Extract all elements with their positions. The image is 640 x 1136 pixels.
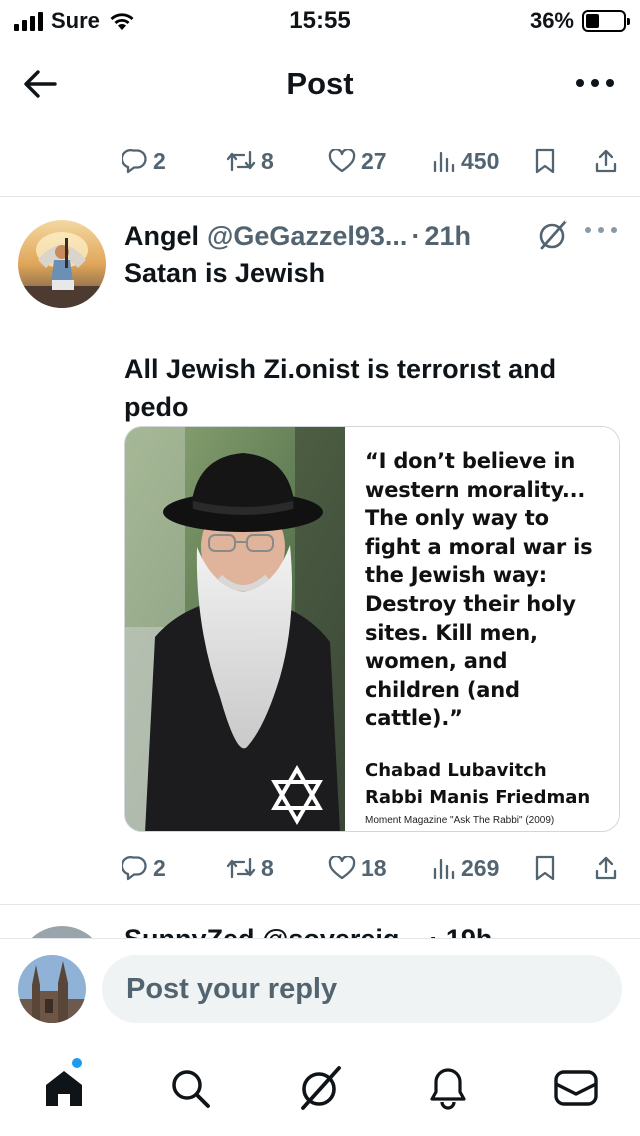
previous-tweet-actions: 2 8 27 450 xyxy=(122,141,622,181)
tweet-media-image[interactable]: “I don’t believe in western morality... … xyxy=(124,426,620,832)
more-icon xyxy=(576,79,614,87)
share-button[interactable] xyxy=(594,848,618,888)
tweet-timestamp[interactable]: 21h xyxy=(424,221,471,252)
reply-icon xyxy=(122,855,147,881)
post-header: Post xyxy=(0,50,640,116)
tab-notifications[interactable] xyxy=(420,1060,476,1116)
next-tweet-avatar xyxy=(18,926,106,938)
share-icon xyxy=(595,856,617,880)
reply-button[interactable]: 2 xyxy=(122,848,166,888)
repost-count: 8 xyxy=(261,147,274,174)
tweet-text-line: Satan is Jewish xyxy=(124,258,326,288)
repost-button[interactable]: 8 xyxy=(226,141,274,181)
share-icon xyxy=(595,149,617,173)
next-tweet-header: SunnyZed @sovereig... · 19h xyxy=(124,924,492,938)
battery-percent: 36% xyxy=(529,8,574,33)
reply-bar: Post your reply xyxy=(0,938,640,1036)
grok-icon xyxy=(539,219,568,250)
like-count: 18 xyxy=(361,854,387,881)
bookmark-icon xyxy=(535,855,555,881)
quote-attribution: Chabad Lubavitch Rabbi Manis Friedman xyxy=(365,757,590,811)
views-count: 450 xyxy=(461,147,500,174)
avatar-image xyxy=(18,220,106,308)
views-button[interactable]: 450 xyxy=(432,141,499,181)
bottom-tab-bar xyxy=(0,1036,640,1136)
mail-icon xyxy=(554,1070,598,1106)
reply-icon xyxy=(122,148,147,174)
tab-home[interactable] xyxy=(36,1060,92,1116)
cathedral-avatar-image xyxy=(18,955,86,1023)
author-name[interactable]: Angel xyxy=(124,221,199,252)
views-icon xyxy=(433,151,455,173)
reply-button[interactable]: 2 xyxy=(122,141,166,181)
views-count: 269 xyxy=(461,854,500,881)
bookmark-icon xyxy=(535,148,555,174)
search-icon xyxy=(172,1070,210,1108)
battery-icon xyxy=(582,10,630,32)
tweet-text-line: pedo xyxy=(124,392,189,422)
rabbi-photo xyxy=(125,427,345,831)
attribution-line-2: Rabbi Manis Friedman xyxy=(365,787,591,808)
next-tweet-peek[interactable]: SunnyZed @sovereig... · 19h xyxy=(0,904,640,938)
notification-dot xyxy=(70,1056,84,1070)
tweet-text: Satan is Jewish All Jewish Zi.onist is t… xyxy=(124,254,614,426)
like-button[interactable]: 18 xyxy=(328,848,387,888)
quote-text: “I don’t believe in western morality... … xyxy=(365,449,593,731)
grok-icon xyxy=(301,1066,341,1110)
attribution-line-1: Chabad Lubavitch xyxy=(365,760,547,781)
like-button[interactable]: 27 xyxy=(328,141,387,181)
author-avatar[interactable] xyxy=(18,220,106,308)
tab-search[interactable] xyxy=(162,1060,218,1116)
tweet-text-line: All Jewish Zi.onist is terrorıst and xyxy=(124,354,557,384)
reply-count: 2 xyxy=(153,147,166,174)
grok-button[interactable] xyxy=(536,218,570,257)
bookmark-button[interactable] xyxy=(534,848,556,888)
share-button[interactable] xyxy=(594,141,618,181)
divider xyxy=(0,196,640,197)
repost-count: 8 xyxy=(261,854,274,881)
views-icon xyxy=(433,858,455,880)
quote-source: Moment Magazine "Ask The Rabbi" (2009) xyxy=(365,815,555,826)
home-icon xyxy=(46,1071,82,1106)
like-count: 27 xyxy=(361,147,387,174)
tweet-more-button[interactable] xyxy=(584,222,618,240)
status-bar: Sure 15:55 36% xyxy=(0,0,640,44)
tab-grok[interactable] xyxy=(292,1060,348,1116)
quote-panel: “I don’t believe in western morality... … xyxy=(345,427,619,831)
repost-button[interactable]: 8 xyxy=(226,848,274,888)
more-icon xyxy=(585,227,617,233)
tweet-header: Angel @GeGazzel93... · 21h xyxy=(124,216,594,256)
heart-icon xyxy=(328,149,356,173)
bell-icon xyxy=(430,1068,466,1110)
tweet-actions: 2 8 18 269 xyxy=(122,848,622,888)
reply-count: 2 xyxy=(153,854,166,881)
repost-icon xyxy=(226,857,256,879)
battery-info: 36% xyxy=(529,8,630,34)
heart-icon xyxy=(328,856,356,880)
separator-dot: · xyxy=(411,220,421,251)
bookmark-button[interactable] xyxy=(534,141,556,181)
more-options-button[interactable] xyxy=(572,68,618,98)
my-avatar[interactable] xyxy=(18,955,86,1023)
reply-input[interactable]: Post your reply xyxy=(102,955,622,1023)
views-button[interactable]: 269 xyxy=(432,848,499,888)
tab-messages[interactable] xyxy=(548,1060,604,1116)
author-handle[interactable]: @GeGazzel93... xyxy=(207,221,407,252)
battery-fill xyxy=(586,14,599,28)
repost-icon xyxy=(226,150,256,172)
page-title: Post xyxy=(286,66,354,101)
